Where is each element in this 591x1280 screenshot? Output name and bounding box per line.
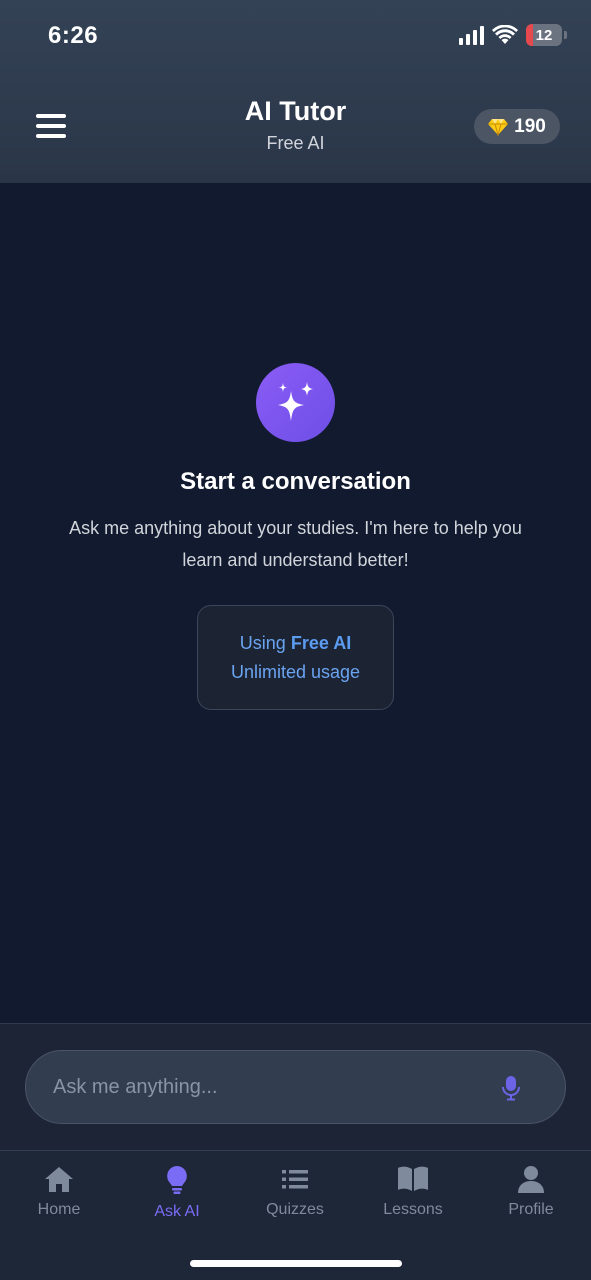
tab-ask-ai[interactable]: Ask AI — [127, 1165, 227, 1221]
message-input-container — [25, 1050, 566, 1124]
gem-icon — [488, 118, 509, 136]
usage-line: Unlimited usage — [230, 661, 361, 682]
gems-badge[interactable]: 190 — [474, 109, 560, 144]
tab-lessons-label: Lessons — [383, 1201, 443, 1218]
composer-bar — [0, 1023, 591, 1150]
message-input[interactable] — [53, 1051, 493, 1123]
home-icon — [45, 1167, 73, 1192]
list-icon — [282, 1170, 308, 1189]
battery-icon: 12 — [526, 24, 562, 46]
home-indicator — [190, 1260, 402, 1267]
tab-quizzes-label: Quizzes — [266, 1201, 324, 1218]
book-icon — [398, 1166, 428, 1191]
tab-profile-label: Profile — [508, 1201, 554, 1218]
app-header: 6:26 12 AI Tutor Free AI 190 — [0, 0, 591, 183]
tab-quizzes[interactable]: Quizzes — [245, 1165, 345, 1219]
wifi-icon — [492, 25, 518, 44]
chat-area — [0, 183, 591, 1023]
microphone-icon[interactable] — [501, 1075, 521, 1101]
model-name: Free AI — [290, 632, 352, 653]
cellular-signal-icon — [459, 25, 484, 45]
empty-state-title: Start a conversation — [180, 468, 411, 495]
ai-sparkle-badge — [256, 363, 335, 442]
battery-level: 12 — [535, 26, 553, 44]
status-time: 6:26 — [48, 22, 99, 49]
sparkles-icon — [277, 381, 313, 421]
status-icons: 12 — [459, 24, 567, 46]
lightbulb-icon — [167, 1166, 187, 1194]
tab-ask-ai-label: Ask AI — [154, 1203, 200, 1220]
gems-count: 190 — [514, 115, 546, 137]
tab-lessons[interactable]: Lessons — [363, 1165, 463, 1219]
model-line: Using Free AI — [240, 629, 351, 658]
model-info-card: Using Free AI Unlimited usage — [197, 605, 394, 710]
model-prefix: Using — [239, 632, 286, 653]
tab-home[interactable]: Home — [9, 1165, 109, 1219]
tab-profile[interactable]: Profile — [481, 1165, 581, 1219]
user-icon — [518, 1166, 544, 1193]
tab-home-label: Home — [37, 1201, 81, 1218]
empty-state-description: Ask me anything about your studies. I'm … — [69, 518, 522, 570]
